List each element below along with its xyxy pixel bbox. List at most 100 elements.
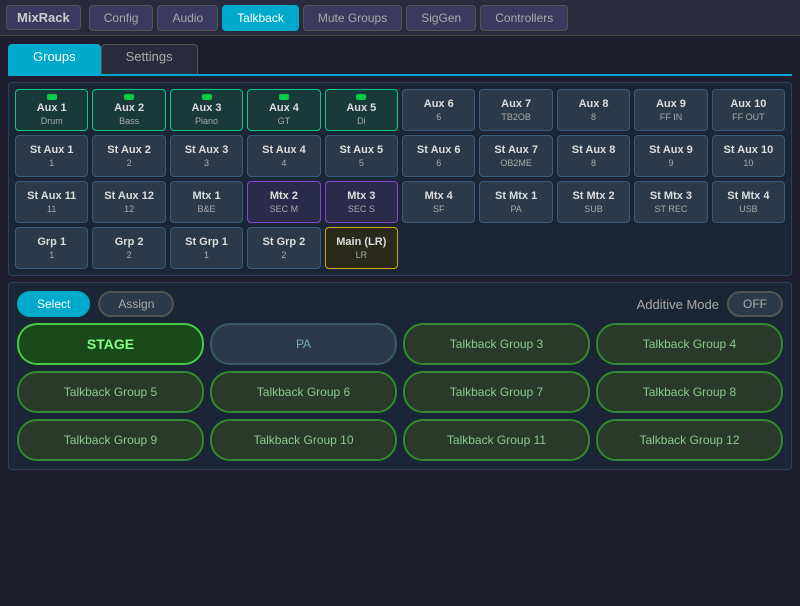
channel-stgrp1[interactable]: St Grp 1 1 — [170, 227, 243, 269]
channel-staux11[interactable]: St Aux 11 11 — [15, 181, 88, 223]
channel-staux3[interactable]: St Aux 3 3 — [170, 135, 243, 177]
tb-group-9[interactable]: Talkback Group 9 — [17, 419, 204, 461]
channel-name: St Mtx 3 — [650, 190, 692, 203]
channel-aux2[interactable]: Aux 2 Bass — [92, 89, 165, 131]
channel-name: St Aux 9 — [649, 144, 693, 157]
channel-staux7[interactable]: St Aux 7 OB2ME — [479, 135, 552, 177]
channel-main-lr[interactable]: Main (LR) LR — [325, 227, 398, 269]
channel-staux10[interactable]: St Aux 10 10 — [712, 135, 785, 177]
channel-aux4[interactable]: Aux 4 GT — [247, 89, 320, 131]
channel-mtx4[interactable]: Mtx 4 SF — [402, 181, 475, 223]
channel-stmtx3[interactable]: St Mtx 3 ST REC — [634, 181, 707, 223]
channel-aux10[interactable]: Aux 10 FF OUT — [712, 89, 785, 131]
channel-staux5[interactable]: St Aux 5 5 — [325, 135, 398, 177]
tab-audio[interactable]: Audio — [157, 5, 218, 31]
channel-sub: FF OUT — [732, 112, 765, 122]
channel-aux1[interactable]: Aux 1 Drum — [15, 89, 88, 131]
channel-name: St Aux 8 — [572, 144, 616, 157]
channel-name: St Grp 1 — [185, 236, 228, 249]
additive-mode-button[interactable]: OFF — [727, 291, 783, 317]
channel-sub: B&E — [198, 204, 216, 214]
channel-aux8[interactable]: Aux 8 8 — [557, 89, 630, 131]
channel-name: St Aux 10 — [723, 144, 773, 157]
tab-controllers[interactable]: Controllers — [480, 5, 568, 31]
channel-indicator — [356, 94, 366, 100]
channel-aux7[interactable]: Aux 7 TB2OB — [479, 89, 552, 131]
tb-group-7[interactable]: Talkback Group 7 — [403, 371, 590, 413]
tb-group-8[interactable]: Talkback Group 8 — [596, 371, 783, 413]
channel-sub: SF — [433, 204, 445, 214]
channel-sub: GT — [278, 116, 291, 126]
channel-indicator — [47, 94, 57, 100]
channel-aux6[interactable]: Aux 6 6 — [402, 89, 475, 131]
talkback-section: Select Assign Additive Mode OFF STAGE PA… — [8, 282, 792, 470]
channel-name: Mtx 1 — [192, 190, 220, 203]
channel-mtx2[interactable]: Mtx 2 SEC M — [247, 181, 320, 223]
channel-aux5[interactable]: Aux 5 Di — [325, 89, 398, 131]
channel-sub: Piano — [195, 116, 218, 126]
channel-row-aux: Aux 1 Drum Aux 2 Bass Aux 3 Piano Aux 4 … — [15, 89, 785, 131]
channel-name: Aux 7 — [501, 98, 531, 111]
channel-stgrp2[interactable]: St Grp 2 2 — [247, 227, 320, 269]
tb-group-12[interactable]: Talkback Group 12 — [596, 419, 783, 461]
sub-tab-settings[interactable]: Settings — [101, 44, 198, 74]
tb-group-stage[interactable]: STAGE — [17, 323, 204, 365]
channel-name: Main (LR) — [336, 236, 386, 249]
channel-grid-area: Aux 1 Drum Aux 2 Bass Aux 3 Piano Aux 4 … — [8, 82, 792, 276]
channel-sub: Bass — [119, 116, 139, 126]
tab-config[interactable]: Config — [89, 5, 154, 31]
channel-staux9[interactable]: St Aux 9 9 — [634, 135, 707, 177]
channel-name: St Aux 11 — [27, 190, 76, 203]
tb-group-10[interactable]: Talkback Group 10 — [210, 419, 397, 461]
channel-name: St Aux 1 — [30, 144, 74, 157]
channel-grp1[interactable]: Grp 1 1 — [15, 227, 88, 269]
tb-groups-grid: STAGE PA Talkback Group 3 Talkback Group… — [17, 323, 783, 461]
channel-aux9[interactable]: Aux 9 FF IN — [634, 89, 707, 131]
channel-sub: SEC M — [270, 204, 299, 214]
channel-sub: 4 — [281, 158, 286, 168]
channel-staux6[interactable]: St Aux 6 6 — [402, 135, 475, 177]
select-button[interactable]: Select — [17, 291, 90, 317]
channel-staux1[interactable]: St Aux 1 1 — [15, 135, 88, 177]
tb-group-5[interactable]: Talkback Group 5 — [17, 371, 204, 413]
channel-sub: 3 — [204, 158, 209, 168]
channel-name: Mtx 3 — [347, 190, 375, 203]
channel-name: St Aux 12 — [104, 190, 154, 203]
channel-staux2[interactable]: St Aux 2 2 — [92, 135, 165, 177]
channel-staux4[interactable]: St Aux 4 4 — [247, 135, 320, 177]
channel-indicator — [279, 94, 289, 100]
channel-aux3[interactable]: Aux 3 Piano — [170, 89, 243, 131]
channel-row-grp: Grp 1 1 Grp 2 2 St Grp 1 1 St Grp 2 2 Ma… — [15, 227, 785, 269]
tb-group-3[interactable]: Talkback Group 3 — [403, 323, 590, 365]
channel-staux8[interactable]: St Aux 8 8 — [557, 135, 630, 177]
sub-tab-groups[interactable]: Groups — [8, 44, 101, 74]
channel-name: St Aux 5 — [340, 144, 384, 157]
channel-sub: 1 — [49, 250, 54, 260]
channel-name: Aux 2 — [114, 102, 144, 115]
channel-grp2[interactable]: Grp 2 2 — [92, 227, 165, 269]
channel-staux12[interactable]: St Aux 12 12 — [92, 181, 165, 223]
assign-button[interactable]: Assign — [98, 291, 174, 317]
app-logo: MixRack — [6, 5, 81, 30]
tb-controls: Select Assign Additive Mode OFF — [17, 291, 783, 317]
channel-stmtx2[interactable]: St Mtx 2 SUB — [557, 181, 630, 223]
channel-mtx3[interactable]: Mtx 3 SEC S — [325, 181, 398, 223]
channel-sub: Di — [357, 116, 366, 126]
channel-stmtx4[interactable]: St Mtx 4 USB — [712, 181, 785, 223]
channel-name: Grp 1 — [37, 236, 66, 249]
channel-sub: 5 — [359, 158, 364, 168]
channel-sub: SEC S — [348, 204, 375, 214]
tab-siggen[interactable]: SigGen — [406, 5, 476, 31]
tab-talkback[interactable]: Talkback — [222, 5, 299, 31]
tb-group-4[interactable]: Talkback Group 4 — [596, 323, 783, 365]
tab-mute-groups[interactable]: Mute Groups — [303, 5, 402, 31]
tb-group-11[interactable]: Talkback Group 11 — [403, 419, 590, 461]
channel-sub: Drum — [41, 116, 63, 126]
tb-group-6[interactable]: Talkback Group 6 — [210, 371, 397, 413]
channel-mtx1[interactable]: Mtx 1 B&E — [170, 181, 243, 223]
channel-name: St Aux 6 — [417, 144, 461, 157]
channel-name: St Mtx 2 — [572, 190, 614, 203]
sub-tabs: Groups Settings — [8, 44, 792, 76]
channel-stmtx1[interactable]: St Mtx 1 PA — [479, 181, 552, 223]
tb-group-pa[interactable]: PA — [210, 323, 397, 365]
